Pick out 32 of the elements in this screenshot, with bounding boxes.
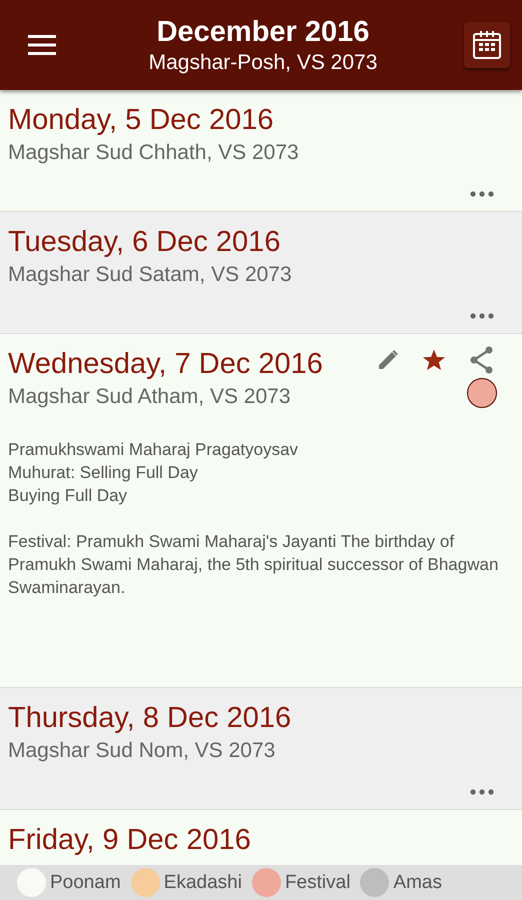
legend-label: Poonam	[50, 872, 121, 894]
legend-label: Amas	[393, 872, 442, 894]
month-subtitle: Magshar-Posh, VS 2073	[148, 50, 378, 76]
legend-label: Ekadashi	[164, 872, 242, 894]
day-date: Thursday, 8 Dec 2016	[8, 701, 292, 736]
detail-text: Festival: Pramukh Swami Maharaj's Jayanti The birthday of Pramukh Swami Maharaj, the 5th spiritual successor of Bhagwan Swaminarayan.	[8, 531, 500, 599]
calendar-icon	[472, 30, 502, 60]
detail-text: Pramukhswami Maharaj Pragatyoysav	[8, 439, 300, 461]
legend-label: Festival	[284, 872, 350, 894]
day-card[interactable]: Thursday, 8 Dec 2016 Magshar Sud Nom, VS 2073	[0, 688, 522, 810]
month-title: December 2016	[156, 15, 370, 50]
star-icon[interactable]	[422, 348, 446, 372]
day-tithi: Magshar Sud Nom, VS 2073	[8, 738, 276, 764]
day-tithi: Magshar Sud Atham, VS 2073	[8, 384, 292, 410]
day-card[interactable]: Friday, 9 Dec 2016	[0, 810, 522, 865]
day-card[interactable]: Monday, 5 Dec 2016 Magshar Sud Chhath, VS 2073	[0, 90, 522, 212]
menu-icon	[28, 34, 56, 56]
day-date: Wednesday, 7 Dec 2016	[8, 347, 324, 382]
day-tithi: Magshar Sud Satam, VS 2073	[8, 262, 293, 288]
day-date: Monday, 5 Dec 2016	[8, 103, 274, 138]
more-icon[interactable]	[470, 789, 494, 795]
more-icon[interactable]	[470, 313, 494, 319]
day-date: Friday, 9 Dec 2016	[8, 823, 252, 858]
day-card[interactable]: Tuesday, 6 Dec 2016 Magshar Sud Satam, VS 2073	[0, 212, 522, 334]
calendar-button[interactable]	[464, 22, 510, 68]
detail-text: Buying Full Day	[8, 485, 128, 507]
edit-icon[interactable]	[376, 348, 400, 372]
day-card[interactable]	[0, 334, 522, 688]
detail-text: Muhurat: Selling Full Day	[8, 462, 199, 484]
more-icon[interactable]	[470, 191, 494, 197]
day-date: Tuesday, 6 Dec 2016	[8, 225, 282, 260]
day-tithi: Magshar Sud Chhath, VS 2073	[8, 140, 300, 166]
